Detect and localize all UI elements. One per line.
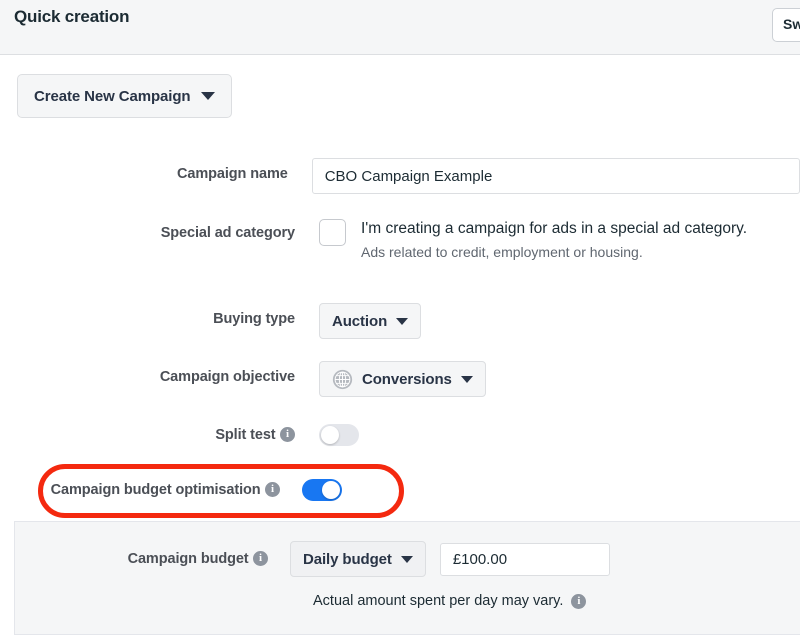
campaign-budget-row: Campaign budget i Daily budget <box>0 541 800 577</box>
budget-type-select[interactable]: Daily budget <box>290 541 426 577</box>
buying-type-row: Buying type Auction <box>0 303 800 339</box>
quick-creation-header: Quick creation <box>0 0 800 55</box>
chevron-down-icon <box>201 92 215 100</box>
info-icon[interactable]: i <box>253 551 268 566</box>
buying-type-value: Auction <box>332 313 387 330</box>
buying-type-select[interactable]: Auction <box>319 303 421 339</box>
campaign-objective-value: Conversions <box>362 371 452 388</box>
campaign-name-row: Campaign name <box>0 158 800 194</box>
split-test-row: Split test i <box>0 424 800 446</box>
toggle-knob <box>322 481 340 499</box>
globe-icon <box>332 369 353 390</box>
campaign-objective-row: Campaign objective Conversions <box>0 361 800 397</box>
budget-helper-text: Actual amount spent per day may vary. <box>313 593 563 609</box>
budget-type-value: Daily budget <box>303 551 392 568</box>
page-title: Quick creation <box>14 7 129 27</box>
campaign-objective-select[interactable]: Conversions <box>319 361 486 397</box>
campaign-budget-optimisation-toggle[interactable] <box>302 479 342 501</box>
budget-amount-input[interactable] <box>440 543 610 576</box>
campaign-budget-panel <box>14 521 800 635</box>
special-ad-category-checkbox-text: I'm creating a campaign for ads in a spe… <box>361 219 747 238</box>
budget-helper-row: Actual amount spent per day may vary. i <box>313 593 586 609</box>
special-ad-category-row: Special ad category I'm creating a campa… <box>0 219 800 260</box>
create-new-campaign-dropdown[interactable]: Create New Campaign <box>17 74 232 118</box>
split-test-toggle[interactable] <box>319 424 359 446</box>
campaign-budget-label: Campaign budget <box>128 551 249 567</box>
info-icon[interactable]: i <box>265 482 280 497</box>
info-icon[interactable]: i <box>571 594 586 609</box>
special-ad-category-label: Special ad category <box>0 219 295 241</box>
special-ad-category-sub-text: Ads related to credit, employment or hou… <box>361 244 747 260</box>
campaign-objective-label: Campaign objective <box>0 361 295 385</box>
chevron-down-icon <box>396 318 408 325</box>
info-icon[interactable]: i <box>280 427 295 442</box>
campaign-budget-optimisation-row: Campaign budget optimisation i <box>0 479 800 501</box>
buying-type-label: Buying type <box>0 303 295 327</box>
special-ad-category-checkbox[interactable] <box>319 219 346 246</box>
switch-to-guided-creation-button[interactable]: Switch to Guided Creation <box>772 8 800 42</box>
chevron-down-icon <box>461 376 473 383</box>
campaign-name-input[interactable] <box>312 158 800 194</box>
chevron-down-icon <box>401 556 413 563</box>
split-test-label: Split test <box>215 427 275 443</box>
toggle-knob <box>321 426 339 444</box>
campaign-name-label: Campaign name <box>0 158 288 182</box>
create-new-campaign-label: Create New Campaign <box>34 88 190 105</box>
campaign-budget-optimisation-label: Campaign budget optimisation <box>51 482 261 498</box>
